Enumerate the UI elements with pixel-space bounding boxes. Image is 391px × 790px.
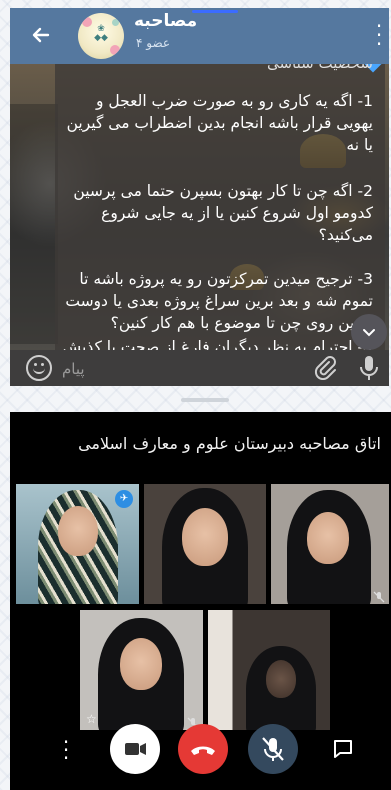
video-call-panel: اتاق مصاحبه دبیرستان علوم و معارف اسلامی… — [10, 412, 391, 790]
call-room-title: اتاق مصاحبه دبیرستان علوم و معارف اسلامی — [78, 434, 381, 453]
admin-badge-icon: ✈ — [115, 490, 133, 508]
wallpaper-building — [10, 104, 58, 344]
end-call-icon — [191, 746, 215, 755]
group-title[interactable]: مصاحبه — [134, 11, 197, 31]
mute-microphone-button[interactable] — [248, 724, 298, 774]
more-options-icon[interactable]: · · · — [60, 732, 72, 768]
end-call-button[interactable] — [178, 724, 228, 774]
microphone-icon[interactable] — [358, 354, 380, 382]
message-bubble[interactable]: شخصیت شناسی 1- اگه یه کاری رو به صورت ضر… — [55, 64, 385, 350]
participant-tile[interactable] — [271, 484, 389, 604]
message-line: یهویی قرار باشه انجام بدین اضطراب می گیر… — [66, 114, 373, 132]
message-line: 4- احترام به نظر دیگران فارغ از صحت یا ک… — [62, 338, 373, 350]
chat-bubble-icon[interactable] — [332, 738, 354, 760]
participant-tile[interactable]: ✈ — [16, 484, 139, 604]
member-count: ۴ عضو — [136, 36, 171, 50]
scroll-down-chevron-icon[interactable] — [351, 314, 387, 350]
participant-tile[interactable]: ☆ — [80, 610, 203, 730]
message-input[interactable] — [60, 356, 304, 382]
message-line: 3- ترجیح میدین تمرکزتون رو یه پروژه باشه… — [79, 270, 373, 288]
mic-off-icon — [262, 737, 284, 761]
message-heading: شخصیت شناسی — [267, 64, 373, 72]
emoji-icon[interactable] — [26, 355, 52, 381]
back-arrow-icon[interactable] — [28, 22, 54, 48]
message-line: می‌کنید؟ — [318, 226, 373, 244]
message-composer — [10, 350, 389, 386]
video-camera-button[interactable] — [110, 724, 160, 774]
message-line: 1- اگه یه کاری رو به صورت ضرب العجل و — [95, 92, 373, 110]
avatar-logo: ❀ ◆◆ — [94, 24, 108, 43]
group-avatar[interactable]: ❀ ◆◆ — [78, 13, 124, 59]
chat-header: ❀ ◆◆ مصاحبه ۴ عضو · · · — [10, 8, 389, 64]
message-line: کدومو اول شروع کنین یا از یه جایی شروع — [101, 204, 373, 222]
participant-tile[interactable] — [208, 610, 330, 730]
chat-panel: ❀◆◆ مصاحبه ۴ عضو ··· شخصیت شناسی 1- اگه … — [10, 8, 389, 386]
attachment-paperclip-icon[interactable] — [312, 354, 338, 381]
loading-indicator — [192, 10, 238, 13]
video-camera-icon — [125, 743, 146, 755]
muted-mic-icon — [373, 588, 385, 603]
call-controls-bar: · · · — [10, 716, 391, 782]
message-line: یا نه — [346, 136, 373, 154]
message-line: 2- اگه چن تا کار بهتون بسپرن حتما می پرس… — [73, 182, 373, 200]
message-line: تموم شه و بعد برین سراغ پروژه بعدی یا دو… — [65, 292, 373, 310]
avatar-flower — [110, 45, 120, 55]
message-line: دارین روی چن تا موضوع با هم کار کنین؟ — [110, 314, 373, 332]
overflow-menu-icon[interactable]: · · · — [375, 16, 383, 54]
split-divider-handle[interactable] — [181, 398, 229, 402]
participant-tile[interactable] — [144, 484, 266, 604]
